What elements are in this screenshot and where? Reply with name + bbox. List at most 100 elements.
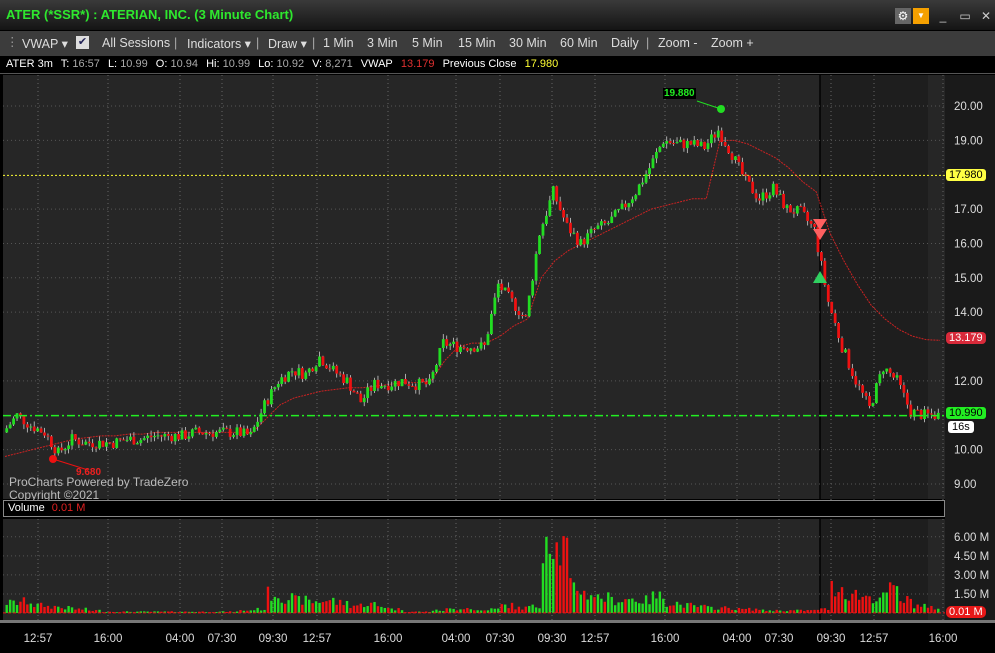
candle-body xyxy=(740,162,744,175)
volume-tick-label: 1.50 M xyxy=(954,589,989,601)
volume-bar xyxy=(517,606,521,613)
volume-bar xyxy=(583,590,586,613)
vwap-tag: 13.179 xyxy=(946,332,986,344)
candle-body xyxy=(56,447,60,454)
candle-body xyxy=(562,209,565,218)
candle-body xyxy=(294,371,297,376)
maximize-icon[interactable]: ▭ xyxy=(957,8,973,24)
minimize-icon[interactable]: _ xyxy=(935,8,951,24)
indicators-dropdown[interactable]: Indicators ▾ xyxy=(187,36,251,51)
all-sessions-label[interactable]: All Sessions xyxy=(102,36,170,50)
volume-bar xyxy=(620,602,624,613)
candle-body xyxy=(486,334,490,345)
grip-handle[interactable]: ⋮ xyxy=(6,34,19,49)
candle-body xyxy=(802,206,806,212)
volume-bar xyxy=(723,606,727,613)
volume-bar xyxy=(57,606,60,613)
candle-body xyxy=(404,379,407,385)
volume-bar xyxy=(497,608,500,613)
candle-body xyxy=(98,440,101,449)
candle-body xyxy=(782,193,785,209)
interval-5min[interactable]: 5 Min xyxy=(412,36,443,50)
candle-body xyxy=(204,432,208,435)
volume-bar xyxy=(33,607,36,613)
zoom-out-button[interactable]: Zoom - xyxy=(658,36,698,50)
candle-body xyxy=(304,372,308,379)
candle-body xyxy=(785,205,789,209)
volume-bar xyxy=(67,606,70,613)
candle-body xyxy=(74,434,77,440)
candle-body xyxy=(318,356,321,367)
candle-body xyxy=(263,400,266,414)
candle-body xyxy=(101,440,105,447)
candle-body xyxy=(421,378,425,382)
volume-bar xyxy=(22,597,26,613)
time-tick-label: 09:30 xyxy=(817,633,846,645)
zoom-in-button[interactable]: Zoom + xyxy=(711,36,754,50)
close-icon[interactable]: ✕ xyxy=(978,8,994,24)
candle-body xyxy=(221,427,225,430)
time-tick-label: 07:30 xyxy=(208,633,237,645)
candle-body xyxy=(465,348,469,351)
candle-body xyxy=(321,356,325,366)
volume-bar xyxy=(909,598,912,613)
interval-daily[interactable]: Daily xyxy=(611,36,639,50)
candle-body xyxy=(641,182,645,185)
price-chart[interactable]: 12:57 16:00 04:00 07:30 09:30 12:57 16:00 04:00… xyxy=(0,75,995,653)
low-value: 10.92 xyxy=(276,58,305,70)
candle-body xyxy=(620,203,624,210)
all-sessions-checkbox[interactable]: ✔ xyxy=(76,36,89,49)
volume-bar xyxy=(651,591,655,613)
volume-bar xyxy=(840,587,844,613)
candle-body xyxy=(153,435,156,438)
volume-bar xyxy=(868,596,871,613)
candle-body xyxy=(868,396,871,406)
interval-3min[interactable]: 3 Min xyxy=(367,36,398,50)
interval-30min[interactable]: 30 Min xyxy=(509,36,547,50)
dropdown-button[interactable]: ▼ xyxy=(913,8,929,24)
candle-body xyxy=(400,379,404,387)
candle-body xyxy=(857,384,861,386)
volume-bar xyxy=(373,602,376,613)
volume-bar xyxy=(607,592,610,613)
candle-body xyxy=(259,413,263,422)
candle-body xyxy=(455,341,459,353)
candle-body xyxy=(242,428,246,436)
volume-bar xyxy=(844,599,847,613)
candle-body xyxy=(490,313,493,335)
candle-body xyxy=(737,156,741,163)
candle-body xyxy=(850,368,854,377)
settings-gear-icon[interactable]: ⚙ xyxy=(895,8,911,24)
candle-body xyxy=(359,393,363,403)
candle-body xyxy=(565,217,569,223)
axis-divider xyxy=(0,620,995,623)
price-tick-label: 17.00 xyxy=(954,204,983,216)
volume-bar xyxy=(235,611,239,613)
time-tick-label: 16:00 xyxy=(374,633,403,645)
candle-body xyxy=(710,134,713,144)
interval-60min[interactable]: 60 Min xyxy=(560,36,598,50)
vwap-dropdown[interactable]: VWAP ▾ xyxy=(22,36,68,51)
candle-body xyxy=(373,379,376,391)
volume-bar xyxy=(600,598,603,613)
candle-body xyxy=(380,386,383,389)
candle-body xyxy=(369,387,373,391)
candle-body xyxy=(328,368,332,370)
candle-body xyxy=(541,224,545,236)
volume-bar xyxy=(356,605,359,613)
volume-bar xyxy=(662,598,665,613)
high-value: 10.99 xyxy=(222,58,251,70)
interval-15min[interactable]: 15 Min xyxy=(458,36,496,50)
volume-bar xyxy=(730,609,734,613)
volume-bar xyxy=(359,603,362,613)
draw-dropdown[interactable]: Draw ▾ xyxy=(268,36,307,51)
volume-bar xyxy=(892,585,895,613)
interval-1min[interactable]: 1 Min xyxy=(323,36,354,50)
volume-bar xyxy=(448,608,452,613)
volume-bar xyxy=(280,602,283,613)
candle-body xyxy=(163,434,167,437)
volume-bar xyxy=(256,607,259,613)
volume-bar xyxy=(923,603,926,613)
volume-bar xyxy=(737,607,741,613)
volume-bar xyxy=(325,601,328,613)
